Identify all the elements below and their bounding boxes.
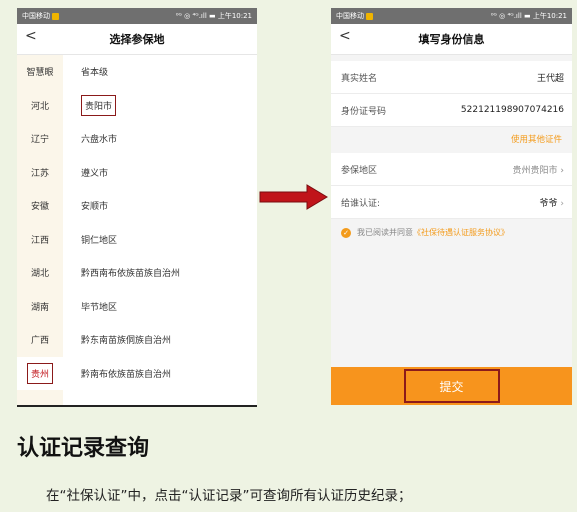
nav-bar: < 选择参保地	[17, 24, 257, 55]
carrier-label: 中国移动	[336, 12, 364, 20]
province-item[interactable]: 安徽	[17, 189, 63, 223]
id-number-value: 522121198907074216	[460, 105, 564, 115]
city-item[interactable]: 毕节地区	[63, 290, 257, 324]
province-item[interactable]: 湖南	[17, 290, 63, 324]
province-item[interactable]: 智慧眼	[17, 55, 63, 89]
back-button[interactable]: <	[25, 28, 37, 44]
chevron-right-icon: ›	[560, 165, 564, 176]
status-bar: 中国移动 ⁰ᴳ ◎ ⁴ᴳ.ıll ▬ 上午10:21	[331, 8, 572, 24]
region-row[interactable]: 参保地区 贵州贵阳市 ›	[331, 153, 572, 186]
nav-bar: < 填写身份信息	[331, 24, 572, 55]
city-list: 省本级 贵阳市 六盘水市 遵义市 安顺市 铜仁地区 黔西南布依族苗族自治州 毕节…	[63, 55, 257, 405]
right-arrow-icon	[259, 184, 328, 210]
checkbox-checked-icon[interactable]: ✓	[341, 227, 351, 238]
province-item[interactable]: 广西	[17, 323, 63, 357]
province-selection-screen: 中国移动 ⁰ᴳ ◎ ⁴ᴳ.ıll ▬ 上午10:21 < 选择参保地 智慧眼 河…	[17, 8, 257, 407]
back-button[interactable]: <	[339, 28, 351, 44]
province-item[interactable]: 湖北	[17, 256, 63, 290]
status-icons: ⁰ᴳ ◎ ⁴ᴳ.ıll ▬ 上午10:21	[175, 12, 252, 20]
region-value: 贵州贵阳市	[512, 165, 558, 176]
id-number-row[interactable]: 身份证号码 522121198907074216	[331, 94, 572, 127]
sim-icon	[52, 12, 59, 20]
province-item[interactable]: 辽宁	[17, 122, 63, 156]
page-title: 选择参保地	[109, 33, 165, 46]
province-item[interactable]: 河北	[17, 89, 63, 123]
chevron-right-icon: ›	[560, 198, 564, 209]
certify-for-value: 爷爷	[539, 198, 558, 209]
sim-icon	[366, 12, 373, 20]
name-label: 真实姓名	[341, 73, 378, 84]
use-other-id-link[interactable]: 使用其他证件	[331, 127, 572, 153]
region-label: 参保地区	[341, 165, 378, 176]
carrier-label: 中国移动	[22, 12, 50, 20]
submit-bar: 提交	[331, 367, 572, 405]
status-icons: ⁰ᴳ ◎ ⁴ᴳ.ıll ▬ 上午10:21	[490, 12, 567, 20]
identity-info-screen: 中国移动 ⁰ᴳ ◎ ⁴ᴳ.ıll ▬ 上午10:21 < 填写身份信息 真实姓名…	[331, 8, 572, 405]
agreement-link[interactable]: 《社保待遇认证服务协议》	[413, 227, 509, 238]
province-item[interactable]: 江西	[17, 223, 63, 257]
section-heading: 认证记录查询	[17, 436, 150, 461]
city-item[interactable]: 铜仁地区	[63, 223, 257, 257]
instruction-text: 在“社保认证”中，点击“认证记录”可查询所有认证历史纪录；	[46, 488, 412, 504]
city-item[interactable]: 省本级	[63, 55, 257, 89]
city-item[interactable]: 黔南布依族苗族自治州	[63, 357, 257, 391]
city-item[interactable]: 六盘水市	[63, 122, 257, 156]
city-item[interactable]: 黔东南苗族侗族自治州	[63, 323, 257, 357]
name-row[interactable]: 真实姓名 王代超	[331, 61, 572, 94]
province-item-selected[interactable]: 贵州	[17, 356, 63, 390]
agreement-text: 我已阅读并同意	[357, 228, 413, 237]
agreement-row: ✓ 我已阅读并同意 《社保待遇认证服务协议》	[331, 219, 572, 246]
city-item-selected[interactable]: 贵阳市	[63, 89, 257, 123]
city-item[interactable]: 遵义市	[63, 156, 257, 190]
submit-button[interactable]: 提交	[403, 369, 500, 403]
id-number-label: 身份证号码	[341, 106, 387, 117]
certify-for-row[interactable]: 给谁认证: 爷爷 ›	[331, 186, 572, 219]
certify-for-label: 给谁认证:	[341, 198, 381, 209]
province-list: 智慧眼 河北 辽宁 江苏 安徽 江西 湖北 湖南 广西 贵州	[17, 55, 63, 405]
city-item[interactable]: 黔西南布依族苗族自治州	[63, 256, 257, 290]
city-item[interactable]: 安顺市	[63, 189, 257, 223]
name-value: 王代超	[536, 73, 564, 84]
status-bar: 中国移动 ⁰ᴳ ◎ ⁴ᴳ.ıll ▬ 上午10:21	[17, 8, 257, 24]
province-item[interactable]: 江苏	[17, 156, 63, 190]
province-label-highlighted: 贵州	[26, 362, 53, 384]
page-title: 填写身份信息	[418, 33, 485, 46]
city-label-highlighted: 贵阳市	[81, 94, 117, 116]
